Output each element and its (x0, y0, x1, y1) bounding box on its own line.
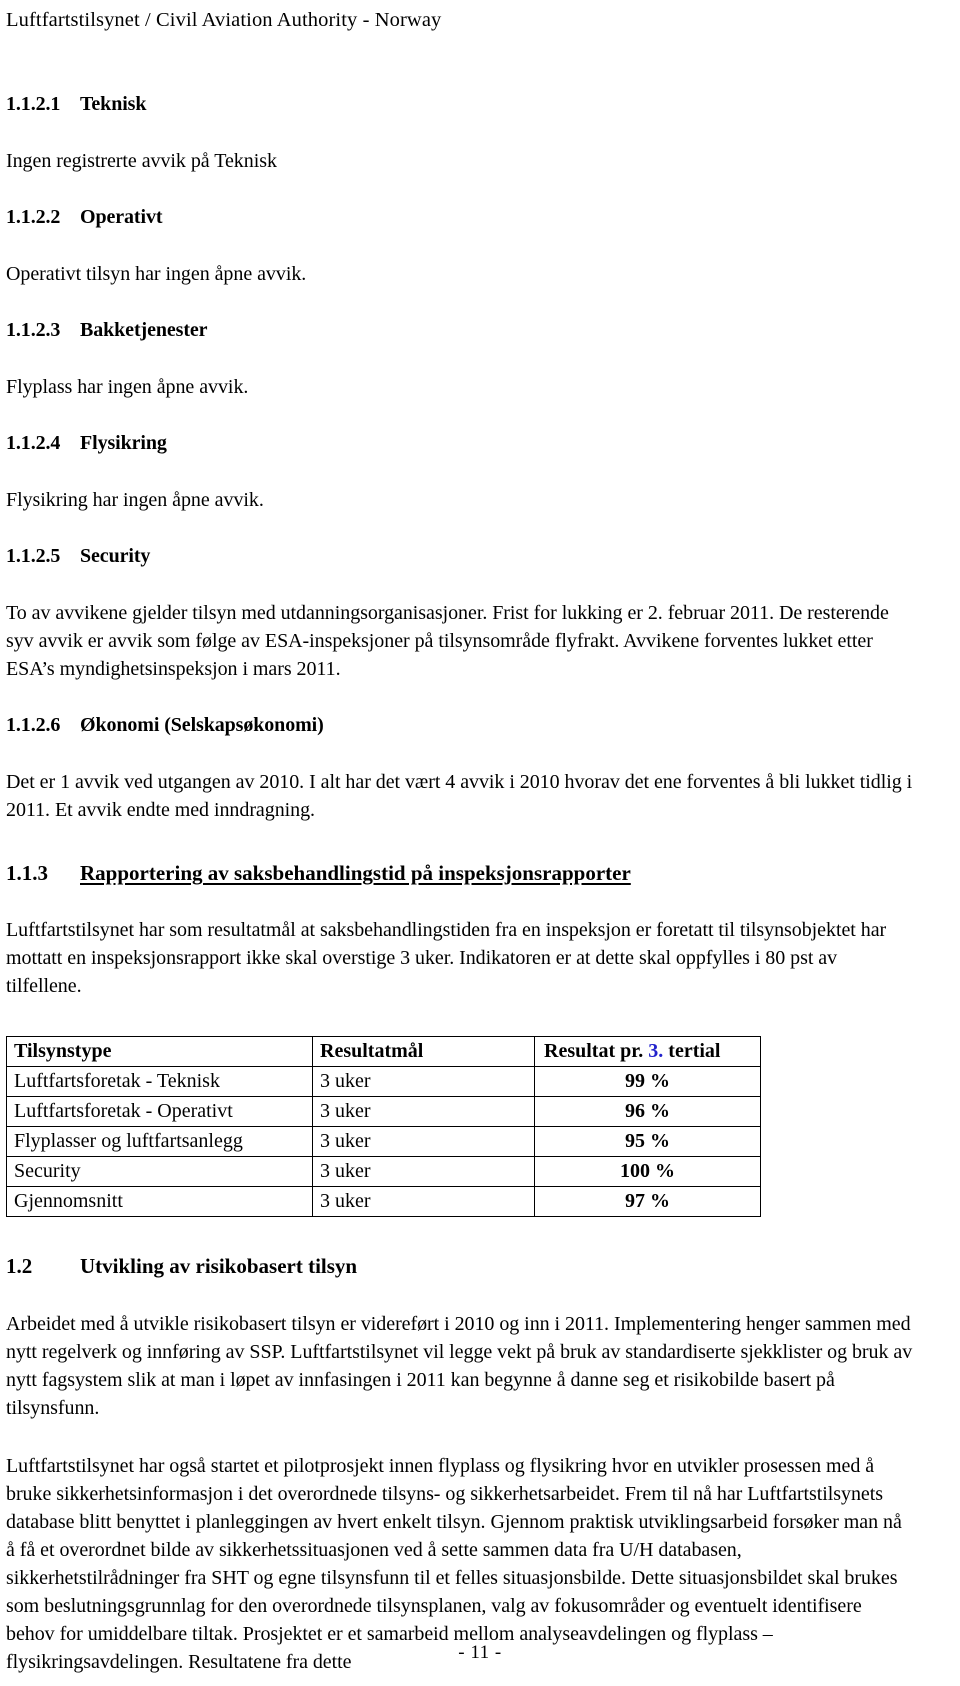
cell-tilsynstype: Flyplasser og luftfartsanlegg (6, 1126, 313, 1158)
table-body: Luftfartsforetak - Teknisk 3 uker 99 % L… (6, 1066, 761, 1218)
heading-title-operativt: Operativt (80, 206, 163, 228)
heading-title-bakketjenester: Bakketjenester (80, 319, 208, 341)
heading-teknisk: 1.1.2.1 Teknisk (6, 92, 914, 117)
saksbehandlingstid-table: Tilsynstype Resultatmål Resultat pr. 3. … (6, 1036, 761, 1218)
table-header-resultatmal: Resultatmål (312, 1036, 535, 1068)
heading-number-okonomi: 1.1.2.6 (6, 714, 61, 736)
table-header-resultat-suffix: tertial (663, 1040, 721, 1063)
cell-resultatmal: 3 uker (312, 1186, 535, 1218)
paragraph-operativt: Operativt tilsyn har ingen åpne avvik. (6, 263, 307, 285)
cell-resultat: 100 % (534, 1156, 761, 1188)
cell-tilsynstype: Gjennomsnitt (6, 1186, 313, 1218)
cell-resultatmal: 3 uker (312, 1066, 535, 1098)
cell-tilsynstype: Luftfartsforetak - Teknisk (6, 1066, 313, 1098)
heading-title-teknisk: Teknisk (80, 93, 147, 115)
cell-resultat: 96 % (534, 1096, 761, 1128)
cell-tilsynstype: Security (6, 1156, 313, 1188)
table-row: Flyplasser og luftfartsanlegg 3 uker 95 … (6, 1126, 761, 1158)
table-header-tilsynstype: Tilsynstype (6, 1036, 313, 1068)
page-number: - 11 - (458, 1642, 502, 1663)
paragraph-bakketjenester: Flyplass har ingen åpne avvik. (6, 376, 249, 398)
document-page: Luftfartstilsynet / Civil Aviation Autho… (0, 0, 960, 1686)
heading-number-security: 1.1.2.5 (6, 545, 61, 567)
paragraph-teknisk: Ingen registrerte avvik på Teknisk (6, 150, 277, 172)
heading-risikobasert: 1.2 Utvikling av risikobasert tilsyn (6, 1253, 914, 1279)
heading-title-rapportering: Rapportering av saksbehandlingstid på in… (80, 861, 631, 885)
heading-title-okonomi: Økonomi (Selskapsøkonomi) (80, 714, 324, 736)
table-header-resultat: Resultat pr. 3. tertial (534, 1036, 761, 1068)
heading-bakketjenester: 1.1.2.3 Bakketjenester (6, 318, 914, 343)
cell-resultat: 97 % (534, 1186, 761, 1218)
heading-title-flysikring: Flysikring (80, 432, 167, 454)
table-header-resultat-prefix: Resultat pr. (544, 1040, 649, 1063)
heading-rapportering: 1.1.3 Rapportering av saksbehandlingstid … (6, 860, 914, 886)
paragraph-okonomi: Det er 1 avvik ved utgangen av 2010. I a… (6, 771, 913, 821)
heading-number-rapportering: 1.1.3 (6, 861, 48, 885)
heading-flysikring: 1.1.2.4 Flysikring (6, 431, 914, 456)
paragraph-flysikring: Flysikring har ingen åpne avvik. (6, 489, 264, 511)
heading-title-security: Security (80, 545, 151, 567)
table-row: Luftfartsforetak - Teknisk 3 uker 99 % (6, 1066, 761, 1098)
document-body: 1.1.2.1 Teknisk Ingen registrerte avvik p… (6, 92, 914, 1676)
heading-number-risikobasert: 1.2 (6, 1254, 33, 1279)
cell-resultatmal: 3 uker (312, 1156, 535, 1188)
table-row: Gjennomsnitt 3 uker 97 % (6, 1186, 761, 1218)
heading-number-teknisk: 1.1.2.1 (6, 93, 61, 115)
heading-operativt: 1.1.2.2 Operativt (6, 205, 914, 230)
cell-resultat: 99 % (534, 1066, 761, 1098)
table-header-row: Tilsynstype Resultatmål Resultat pr. 3. … (6, 1036, 761, 1068)
paragraph-security: To av avvikene gjelder tilsyn med utdann… (6, 602, 889, 680)
heading-title-risikobasert: Utvikling av risikobasert tilsyn (80, 1254, 358, 1279)
paragraph-risikobasert-1: Arbeidet med å utvikle risikobasert tils… (6, 1312, 913, 1419)
table-row: Luftfartsforetak - Operativt 3 uker 96 % (6, 1096, 761, 1128)
cell-resultatmal: 3 uker (312, 1126, 535, 1158)
cell-resultatmal: 3 uker (312, 1096, 535, 1128)
heading-security: 1.1.2.5 Security (6, 544, 914, 569)
heading-number-operativt: 1.1.2.2 (6, 206, 61, 228)
heading-number-flysikring: 1.1.2.4 (6, 432, 61, 454)
cell-resultat: 95 % (534, 1126, 761, 1158)
cell-tilsynstype: Luftfartsforetak - Operativt (6, 1096, 313, 1128)
running-header: Luftfartstilsynet / Civil Aviation Autho… (6, 9, 442, 31)
table-header-tertial-number: 3. (648, 1040, 664, 1063)
paragraph-rapportering: Luftfartstilsynet har som resultatmål at… (6, 919, 887, 998)
table-row: Security 3 uker 100 % (6, 1156, 761, 1188)
heading-number-bakketjenester: 1.1.2.3 (6, 319, 61, 341)
heading-okonomi: 1.1.2.6 Økonomi (Selskapsøkonomi) (6, 713, 914, 738)
